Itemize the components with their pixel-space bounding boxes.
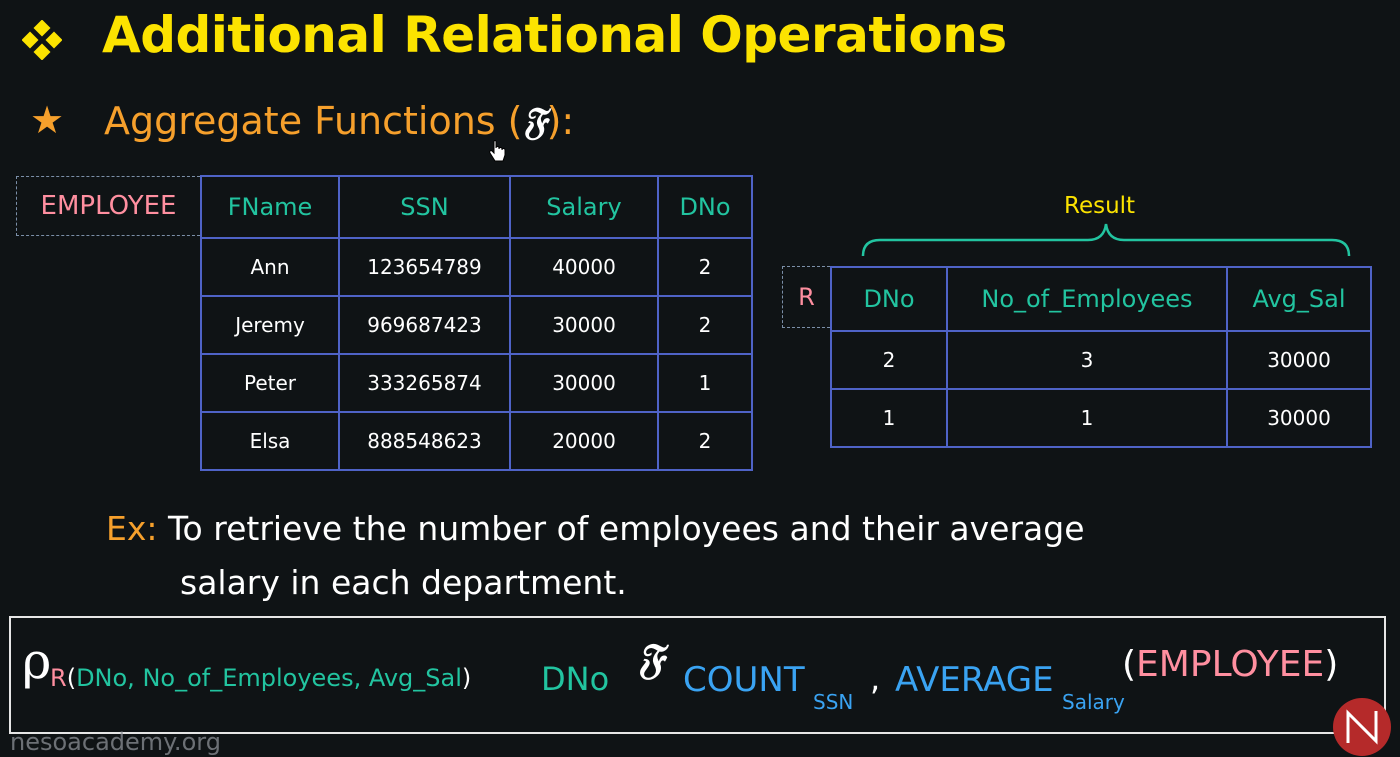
grouping-attribute: DNo <box>541 660 610 698</box>
table-cell: 30000 <box>509 295 659 355</box>
result-table-tag: R <box>782 266 830 328</box>
relation-close-paren: ) <box>1324 644 1339 685</box>
average-attribute: Salary <box>1062 690 1125 714</box>
diamond-bullet-icon <box>22 20 62 60</box>
average-function: AVERAGE <box>895 660 1054 700</box>
table-row: 1 1 30000 <box>830 388 1372 448</box>
table-cell: 2 <box>830 330 948 390</box>
count-function: COUNT <box>683 660 805 700</box>
rename-open-paren: ( <box>66 664 77 692</box>
slide-subtitle: Aggregate Functions (𝔉): <box>104 98 574 144</box>
relation-operand: (EMPLOYEE) <box>1122 644 1338 685</box>
table-cell: 969687423 <box>338 295 511 355</box>
table-cell: 888548623 <box>338 411 511 471</box>
table-cell: 30000 <box>1226 330 1372 390</box>
employee-table: FName SSN Salary DNo Ann 123654789 40000… <box>200 175 753 471</box>
subtitle-text: Aggregate Functions ( <box>104 99 523 143</box>
column-header: No_of_Employees <box>946 266 1228 332</box>
star-bullet-icon: ★ <box>30 98 65 142</box>
rename-target: R <box>50 664 67 692</box>
table-cell: 2 <box>657 411 753 471</box>
rename-close-paren: ) <box>461 664 472 692</box>
relation-open-paren: ( <box>1122 644 1137 685</box>
result-table: DNo No_of_Employees Avg_Sal 2 3 30000 1 … <box>830 266 1372 448</box>
slide-title: Additional Relational Operations <box>102 6 1007 64</box>
aggregate-symbol: 𝔉 <box>522 98 547 143</box>
table-row: Elsa 888548623 20000 2 <box>200 411 753 471</box>
table-cell: 30000 <box>1226 388 1372 448</box>
table-cell: 2 <box>657 237 753 297</box>
table-cell: 2 <box>657 295 753 355</box>
column-header: Avg_Sal <box>1226 266 1372 332</box>
example-label: Ex: <box>106 509 158 548</box>
count-attribute: SSN <box>813 690 854 714</box>
table-cell: 40000 <box>509 237 659 297</box>
table-cell: 333265874 <box>338 353 511 413</box>
table-row: Peter 333265874 30000 1 <box>200 353 753 413</box>
curly-brace <box>861 223 1351 257</box>
table-cell: 3 <box>946 330 1228 390</box>
subtitle-close: ): <box>546 99 575 143</box>
example-line-2: salary in each department. <box>180 563 627 602</box>
column-header: Salary <box>509 175 659 239</box>
rename-attributes: DNo, No_of_Employees, Avg_Sal <box>76 664 462 692</box>
table-cell: Ann <box>200 237 340 297</box>
employee-table-tag: EMPLOYEE <box>16 176 200 236</box>
table-cell: Peter <box>200 353 340 413</box>
employee-table-header-row: FName SSN Salary DNo <box>200 175 753 239</box>
table-row: Jeremy 969687423 30000 2 <box>200 295 753 355</box>
table-cell: 30000 <box>509 353 659 413</box>
column-header: DNo <box>830 266 948 332</box>
column-header: DNo <box>657 175 753 239</box>
rename-rho-symbol: ρ <box>22 632 52 690</box>
table-row: Ann 123654789 40000 2 <box>200 237 753 297</box>
example-text: Ex: To retrieve the number of employees … <box>106 502 1085 610</box>
table-cell: 1 <box>946 388 1228 448</box>
result-table-header-row: DNo No_of_Employees Avg_Sal <box>830 266 1372 332</box>
example-line-1: To retrieve the number of employees and … <box>168 509 1085 548</box>
table-cell: 1 <box>657 353 753 413</box>
table-cell: Elsa <box>200 411 340 471</box>
table-cell: 20000 <box>509 411 659 471</box>
table-row: 2 3 30000 <box>830 330 1372 390</box>
rename-subscript: R(DNo, No_of_Employees, Avg_Sal) <box>50 664 471 692</box>
relation-name: EMPLOYEE <box>1136 644 1325 685</box>
result-label: Result <box>1064 193 1136 219</box>
table-cell: 123654789 <box>338 237 511 297</box>
column-header: FName <box>200 175 340 239</box>
column-header: SSN <box>338 175 511 239</box>
table-cell: 1 <box>830 388 948 448</box>
neso-logo-icon <box>1333 698 1391 756</box>
table-cell: Jeremy <box>200 295 340 355</box>
watermark: nesoacademy.org <box>10 728 221 756</box>
hand-cursor-icon <box>489 140 506 162</box>
function-separator: , <box>870 660 881 698</box>
aggregate-function-symbol: 𝔉 <box>637 634 664 683</box>
